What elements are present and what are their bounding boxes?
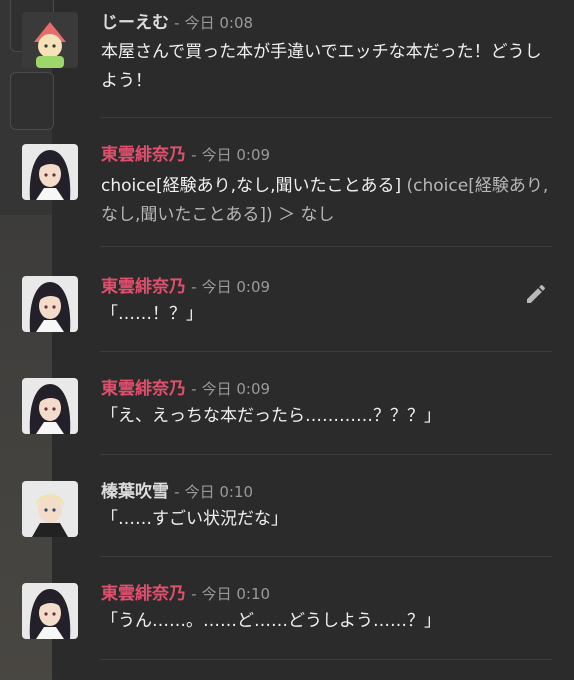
message-text: 「……！？」 [101,304,203,324]
author-name[interactable]: 東雲緋奈乃 [101,145,186,165]
avatar[interactable] [22,276,78,332]
message-header: 東雲緋奈乃 - 今日 0:09 [101,378,270,400]
message-header: 榛葉吹雪 - 今日 0:10 [101,481,253,503]
pencil-icon[interactable] [524,282,548,306]
header-separator: - [174,14,180,32]
avatar-chibi-image [22,12,78,68]
author-name[interactable]: 東雲緋奈乃 [101,584,186,604]
timestamp: 今日 0:08 [184,14,254,32]
timestamp: 今日 0:09 [201,278,271,296]
avatar-dark-hair-girl [22,276,78,332]
avatar-blond-boy [22,481,78,537]
message-divider [100,117,552,118]
timestamp: 今日 0:10 [201,585,271,603]
message-divider [100,556,552,557]
timestamp: 今日 0:09 [201,146,271,164]
header-separator: - [191,585,197,603]
faint-thumbnail [10,72,54,130]
avatar-dark-hair-girl [22,144,78,200]
header-separator: - [191,278,197,296]
message-text: choice[経験あり,なし,聞いたことある] (choice[経験あり,なし,… [101,172,556,230]
avatar[interactable] [22,481,78,537]
avatar-dark-hair-girl [22,378,78,434]
avatar[interactable] [22,378,78,434]
message-header: 東雲緋奈乃 - 今日 0:09 [101,276,270,298]
author-name[interactable]: 東雲緋奈乃 [101,277,186,297]
message-divider [100,351,552,352]
author-name[interactable]: 東雲緋奈乃 [101,379,186,399]
message-divider [100,659,552,660]
avatar-dark-hair-girl [22,583,78,639]
message-text: 「うん……。……ど……どうしよう……？」 [101,611,441,631]
header-separator: - [191,380,197,398]
message-text: 「え、えっちな本だったら…………？？？」 [101,406,441,426]
avatar[interactable] [22,144,78,200]
avatar[interactable] [22,12,78,68]
background-side-panel [0,0,54,680]
dice-command: choice[経験あり,なし,聞いたことある] [101,176,402,196]
header-separator: - [191,146,197,164]
timestamp: 今日 0:09 [201,380,271,398]
message-divider [100,454,552,455]
author-name[interactable]: 榛葉吹雪 [101,482,169,502]
message-divider [100,246,552,247]
message-header: 東雲緋奈乃 - 今日 0:09 [101,144,270,166]
avatar[interactable] [22,583,78,639]
timestamp: 今日 0:10 [184,483,254,501]
message-text: 本屋さんで買った本が手違いでエッチな本だった！どうしよう！ [101,42,542,91]
author-name[interactable]: じーえむ [101,13,169,33]
message-text: 「……すごい状況だな」 [101,509,288,529]
header-separator: - [174,483,180,501]
message-header: じーえむ - 今日 0:08 [101,12,253,34]
message-header: 東雲緋奈乃 - 今日 0:10 [101,583,270,605]
